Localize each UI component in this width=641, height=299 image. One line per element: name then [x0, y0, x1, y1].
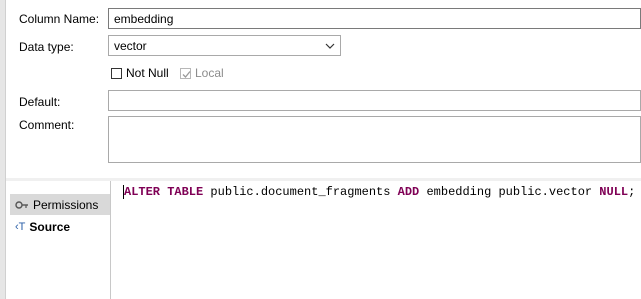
not-null-checkbox-box[interactable]: [111, 67, 122, 79]
local-checkbox-box: [180, 67, 191, 79]
sql-keyword: ADD: [397, 185, 420, 199]
sql-text: public.document_fragments: [203, 185, 398, 199]
data-type-dropdown[interactable]: vector: [108, 35, 341, 56]
comment-label: Comment:: [19, 118, 75, 132]
chevron-down-icon: [325, 43, 335, 49]
sql-source-editor[interactable]: ALTER TABLE public.document_fragments AD…: [111, 181, 641, 299]
source-icon: ‹T: [15, 220, 26, 233]
local-label: Local: [195, 66, 224, 80]
tab-source[interactable]: ‹T Source: [10, 216, 110, 237]
column-name-value: embedding: [114, 12, 174, 26]
data-type-label: Data type:: [19, 40, 74, 54]
editor-tabs: Permissions ‹T Source: [6, 181, 110, 299]
sql-keyword: NULL: [599, 185, 629, 199]
column-name-label: Column Name:: [19, 12, 100, 26]
sql-statement: ALTER TABLE public.document_fragments AD…: [124, 185, 635, 199]
comment-textarea[interactable]: [108, 116, 641, 163]
local-checkbox: Local: [180, 66, 224, 80]
default-input[interactable]: [108, 90, 641, 111]
key-icon: [15, 200, 28, 209]
default-label: Default:: [19, 95, 61, 109]
sql-text: embedding public.vector: [419, 185, 600, 199]
sql-text: ;: [628, 185, 636, 199]
tab-permissions[interactable]: Permissions: [10, 194, 110, 215]
checkmark-icon: [182, 70, 191, 78]
tab-permissions-label: Permissions: [33, 197, 99, 212]
not-null-checkbox[interactable]: Not Null: [111, 66, 169, 80]
column-properties-form: Column Name: embedding Data type: vector…: [6, 0, 641, 178]
data-type-value: vector: [114, 39, 147, 53]
sql-keyword: ALTER TABLE: [124, 185, 204, 199]
not-null-label: Not Null: [126, 66, 169, 80]
column-name-input[interactable]: embedding: [108, 8, 641, 29]
tab-source-label: Source: [29, 219, 71, 234]
